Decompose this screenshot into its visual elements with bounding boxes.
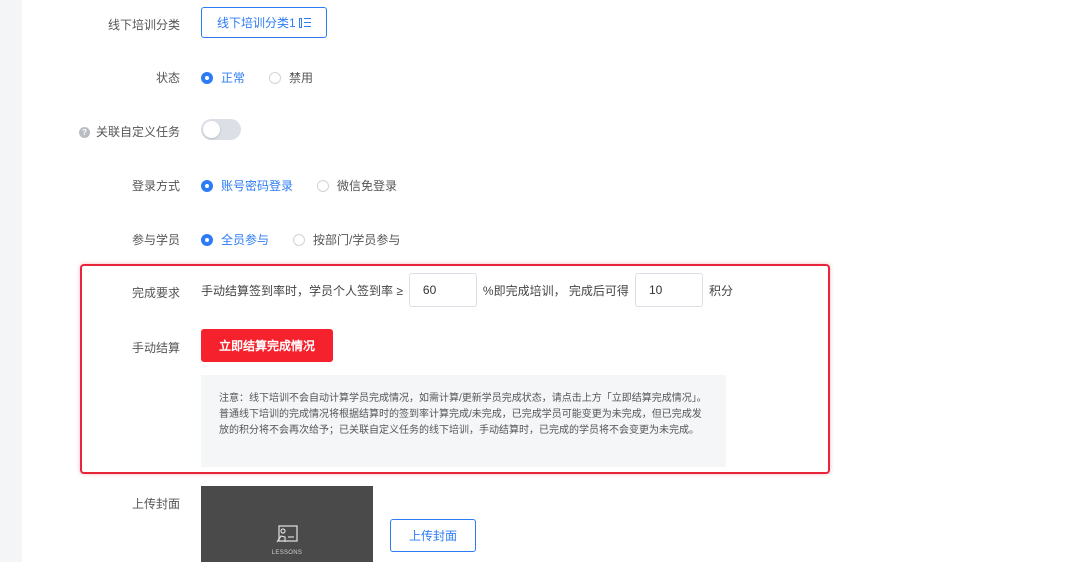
status-option-label: 正常 (221, 71, 246, 85)
participants-radio-group: 全员参与 按部门/学员参与 (201, 231, 424, 248)
participants-option-label: 全员参与 (221, 233, 270, 247)
completion-rate-input[interactable] (408, 273, 477, 307)
status-label: 状态 (155, 71, 180, 85)
upload-cover-button[interactable]: 上传封面 (390, 519, 477, 552)
completion-field: 手动结算签到率时，学员个人签到率 ≥ %即完成培训， 完成后可得 积分 (201, 273, 733, 307)
custom-task-label: ? 关联自定义任务 (0, 123, 180, 140)
login-option-label: 微信免登录 (337, 179, 398, 193)
manual-settle-label: 手动结算 (131, 341, 180, 355)
category-field: 线下培训分类1 (201, 7, 327, 38)
radio-unchecked-icon (293, 233, 306, 246)
completion-text-before: 手动结算签到率时，学员个人签到率 ≥ (201, 283, 403, 298)
login-option-label: 账号密码登录 (221, 179, 294, 193)
completion-label: 完成要求 (131, 286, 180, 300)
radio-unchecked-icon (317, 179, 330, 192)
cover-image: LESSONS (201, 486, 373, 562)
question-icon[interactable]: ? (78, 127, 90, 139)
completion-points-input[interactable] (634, 273, 703, 307)
status-option-label: 禁用 (289, 71, 314, 85)
login-radio-group: 账号密码登录 微信免登录 (201, 177, 421, 194)
completion-text-middle: %即完成培训， 完成后可得 (482, 283, 629, 298)
manual-settle-field: 立即结算完成情况 (201, 329, 334, 362)
lesson-board-icon (276, 525, 298, 543)
completion-text-after: 积分 (708, 283, 733, 298)
settle-notice: 注意：线下培训不会自动计算学员完成情况，如需计算/更新学员完成状态，请点击上方「… (201, 375, 726, 467)
status-option-normal[interactable]: 正常 (201, 69, 245, 86)
login-label: 登录方式 (131, 179, 180, 193)
login-option-password[interactable]: 账号密码登录 (201, 177, 293, 194)
participants-option-all[interactable]: 全员参与 (201, 231, 269, 248)
category-label: 线下培训分类 (107, 18, 180, 32)
custom-task-label-text: 关联自定义任务 (95, 125, 180, 139)
settle-now-button[interactable]: 立即结算完成情况 (201, 329, 334, 362)
custom-task-field (201, 119, 241, 140)
status-option-disabled[interactable]: 禁用 (269, 69, 313, 86)
participants-option-label: 按部门/学员参与 (313, 233, 401, 247)
cover-label: 上传封面 (131, 497, 180, 511)
category-button[interactable]: 线下培训分类1 (201, 7, 327, 38)
status-radio-group: 正常 禁用 (201, 69, 337, 86)
radio-checked-icon (201, 71, 213, 84)
login-option-wechat[interactable]: 微信免登录 (317, 177, 397, 194)
radio-checked-icon (201, 233, 213, 246)
participants-label: 参与学员 (131, 233, 180, 247)
radio-unchecked-icon (269, 71, 282, 84)
radio-checked-icon (201, 179, 213, 192)
cover-image-text: LESSONS (271, 550, 303, 556)
participants-option-department[interactable]: 按部门/学员参与 (293, 231, 400, 248)
custom-task-toggle[interactable] (201, 119, 241, 140)
list-icon (298, 17, 311, 29)
category-button-label: 线下培训分类1 (217, 16, 296, 30)
